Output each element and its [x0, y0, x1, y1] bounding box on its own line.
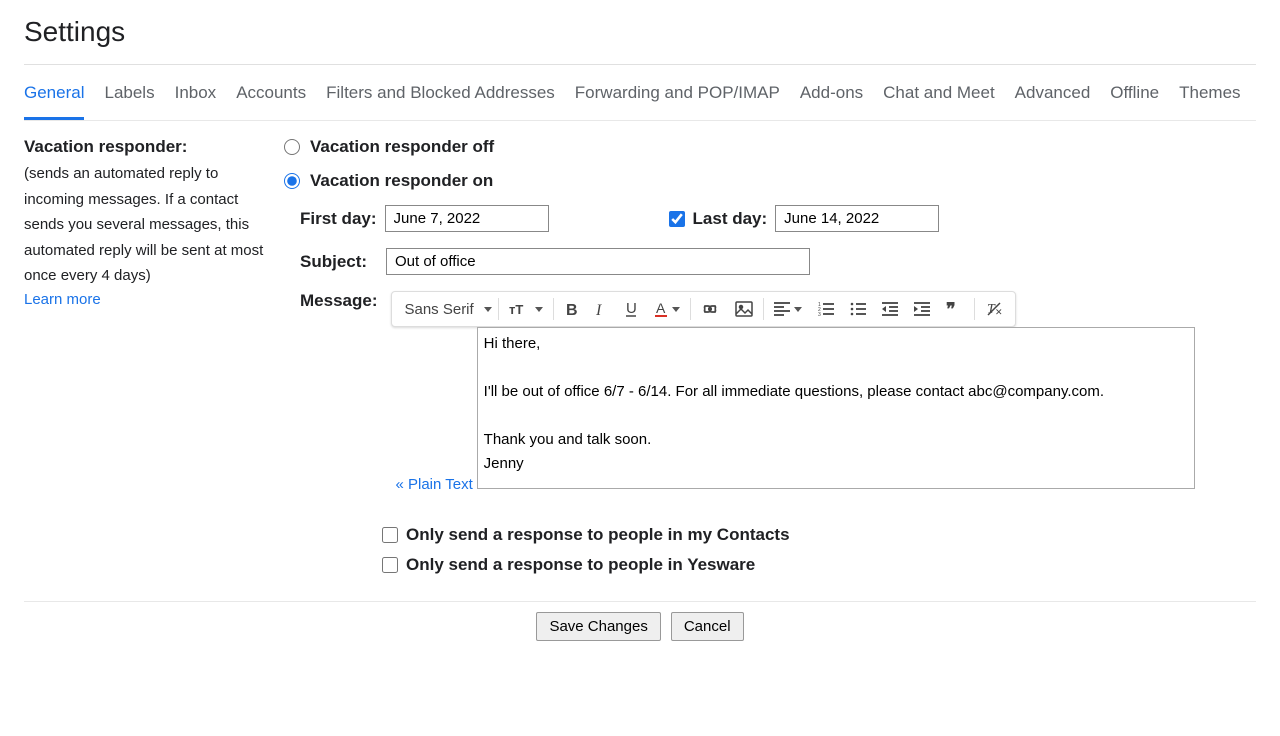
caret-down-icon	[672, 307, 680, 312]
tab-accounts[interactable]: Accounts	[236, 79, 306, 120]
toolbar-separator	[553, 298, 554, 320]
quote-button[interactable]: ❞	[938, 292, 972, 326]
first-day-input[interactable]	[385, 205, 549, 232]
tab-themes[interactable]: Themes	[1179, 79, 1240, 120]
vacation-section-title: Vacation responder:	[24, 137, 264, 157]
subject-input[interactable]	[386, 248, 810, 275]
svg-text:✕: ✕	[995, 307, 1003, 317]
svg-text:B: B	[566, 302, 578, 317]
rich-text-toolbar: Sans Serif ᴛT B I	[391, 291, 1015, 327]
font-family-label: Sans Serif	[404, 301, 473, 318]
learn-more-link[interactable]: Learn more	[24, 291, 101, 308]
tab-filters[interactable]: Filters and Blocked Addresses	[326, 79, 555, 120]
bulleted-list-button[interactable]	[842, 292, 874, 326]
tab-labels[interactable]: Labels	[104, 79, 154, 120]
svg-text:❞: ❞	[946, 302, 956, 316]
subject-label: Subject:	[300, 252, 372, 272]
bold-button[interactable]: B	[556, 292, 586, 326]
tab-chat[interactable]: Chat and Meet	[883, 79, 995, 120]
last-day-checkbox[interactable]	[669, 211, 685, 227]
tab-forwarding[interactable]: Forwarding and POP/IMAP	[575, 79, 780, 120]
toolbar-separator	[763, 298, 764, 320]
caret-down-icon	[794, 307, 802, 312]
remove-formatting-button[interactable]: T✕	[977, 292, 1011, 326]
contacts-only-checkbox[interactable]	[382, 527, 398, 543]
yesware-only-checkbox[interactable]	[382, 557, 398, 573]
toolbar-separator	[690, 298, 691, 320]
font-size-button[interactable]: ᴛT	[501, 292, 551, 326]
font-family-dropdown[interactable]: Sans Serif	[396, 292, 495, 326]
svg-text:U: U	[626, 300, 637, 317]
first-day-label: First day:	[300, 209, 377, 229]
tab-addons[interactable]: Add-ons	[800, 79, 863, 120]
caret-down-icon	[484, 307, 492, 312]
indent-more-button[interactable]	[906, 292, 938, 326]
vacation-on-label[interactable]: Vacation responder on	[310, 171, 493, 191]
image-button[interactable]	[727, 292, 761, 326]
svg-text:A: A	[656, 300, 666, 316]
italic-button[interactable]: I	[586, 292, 616, 326]
tab-general[interactable]: General	[24, 79, 84, 120]
tab-offline[interactable]: Offline	[1110, 79, 1159, 120]
yesware-only-label[interactable]: Only send a response to people in Yeswar…	[406, 555, 755, 575]
numbered-list-button[interactable]: 123	[810, 292, 842, 326]
message-label: Message:	[300, 291, 377, 501]
contacts-only-label[interactable]: Only send a response to people in my Con…	[406, 525, 790, 545]
vacation-off-radio[interactable]	[284, 139, 300, 155]
tab-advanced[interactable]: Advanced	[1015, 79, 1091, 120]
message-body-textarea[interactable]	[477, 327, 1195, 489]
caret-down-icon	[535, 307, 543, 312]
toolbar-separator	[498, 298, 499, 320]
last-day-input[interactable]	[775, 205, 939, 232]
toolbar-separator	[974, 298, 975, 320]
underline-button[interactable]: U	[616, 292, 646, 326]
text-color-button[interactable]: A	[646, 292, 688, 326]
settings-tabs: General Labels Inbox Accounts Filters an…	[24, 65, 1256, 121]
page-title: Settings	[24, 8, 1256, 65]
vacation-on-radio[interactable]	[284, 173, 300, 189]
link-button[interactable]	[693, 292, 727, 326]
plain-text-link[interactable]: « Plain Text	[391, 462, 472, 501]
svg-text:ᴛT: ᴛT	[509, 302, 523, 317]
align-button[interactable]	[766, 292, 810, 326]
last-day-label[interactable]: Last day:	[693, 209, 768, 229]
indent-less-button[interactable]	[874, 292, 906, 326]
vacation-section-desc: (sends an automated reply to incoming me…	[24, 161, 264, 289]
tab-inbox[interactable]: Inbox	[175, 79, 217, 120]
vacation-off-label[interactable]: Vacation responder off	[310, 137, 494, 157]
save-button[interactable]: Save Changes	[536, 612, 660, 641]
svg-text:3: 3	[818, 312, 821, 316]
cancel-button[interactable]: Cancel	[671, 612, 744, 641]
svg-text:I: I	[595, 302, 602, 317]
